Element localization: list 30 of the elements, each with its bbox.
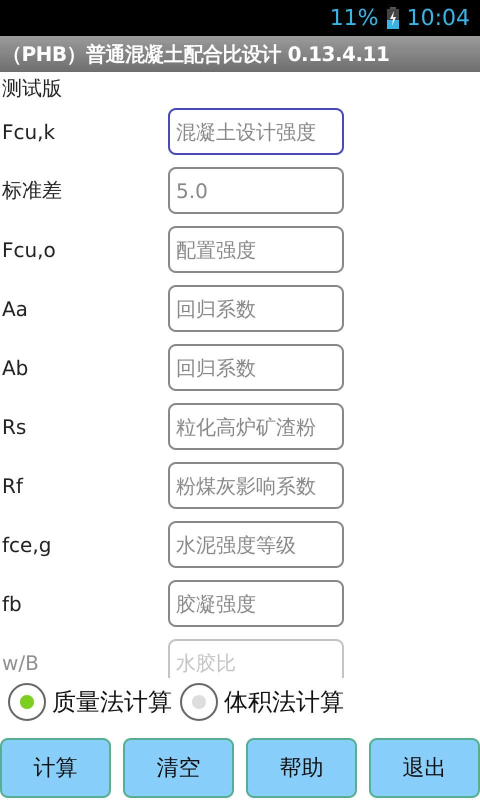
field-label: Rf	[1, 474, 24, 498]
input-field[interactable]: 回归系数	[168, 344, 344, 391]
input-field[interactable]: 混凝土设计强度	[168, 108, 344, 155]
field-label: w/B	[1, 650, 40, 674]
input-field[interactable]: 粉煤灰影响系数	[168, 462, 344, 509]
radio-option[interactable]: 体积法计算	[180, 683, 344, 721]
clock-time: 10:04	[406, 6, 470, 30]
field-label: Aa	[1, 296, 29, 320]
version-label: 测试版	[1, 75, 63, 100]
input-field[interactable]: 配置强度	[168, 226, 344, 273]
app-title: （PHB）普通混凝土配合比设计 0.13.4.11	[2, 40, 390, 68]
input-field[interactable]: 胶凝强度	[168, 580, 344, 627]
field-label: Ab	[1, 356, 30, 380]
battery-percent: 11%	[330, 6, 379, 30]
field-label: fce,g	[1, 532, 52, 556]
field-label: Rs	[1, 414, 28, 438]
action-button[interactable]: 计算	[0, 738, 111, 798]
action-button[interactable]: 帮助	[246, 738, 357, 798]
battery-charging-icon	[386, 7, 399, 29]
action-button[interactable]: 清空	[123, 738, 234, 798]
field-label: 标准差	[1, 177, 63, 204]
radio-option[interactable]: 质量法计算	[8, 683, 172, 721]
field-label: Fcu,o	[1, 238, 57, 262]
field-label: Fcu,k	[1, 120, 56, 144]
input-field[interactable]: 5.0	[168, 167, 344, 214]
input-field[interactable]: 水泥强度等级	[168, 521, 344, 568]
input-field[interactable]: 回归系数	[168, 285, 344, 332]
field-label: fb	[1, 592, 23, 616]
input-field[interactable]: 粒化高炉矿渣粉	[168, 403, 344, 450]
action-button[interactable]: 退出	[369, 738, 480, 798]
